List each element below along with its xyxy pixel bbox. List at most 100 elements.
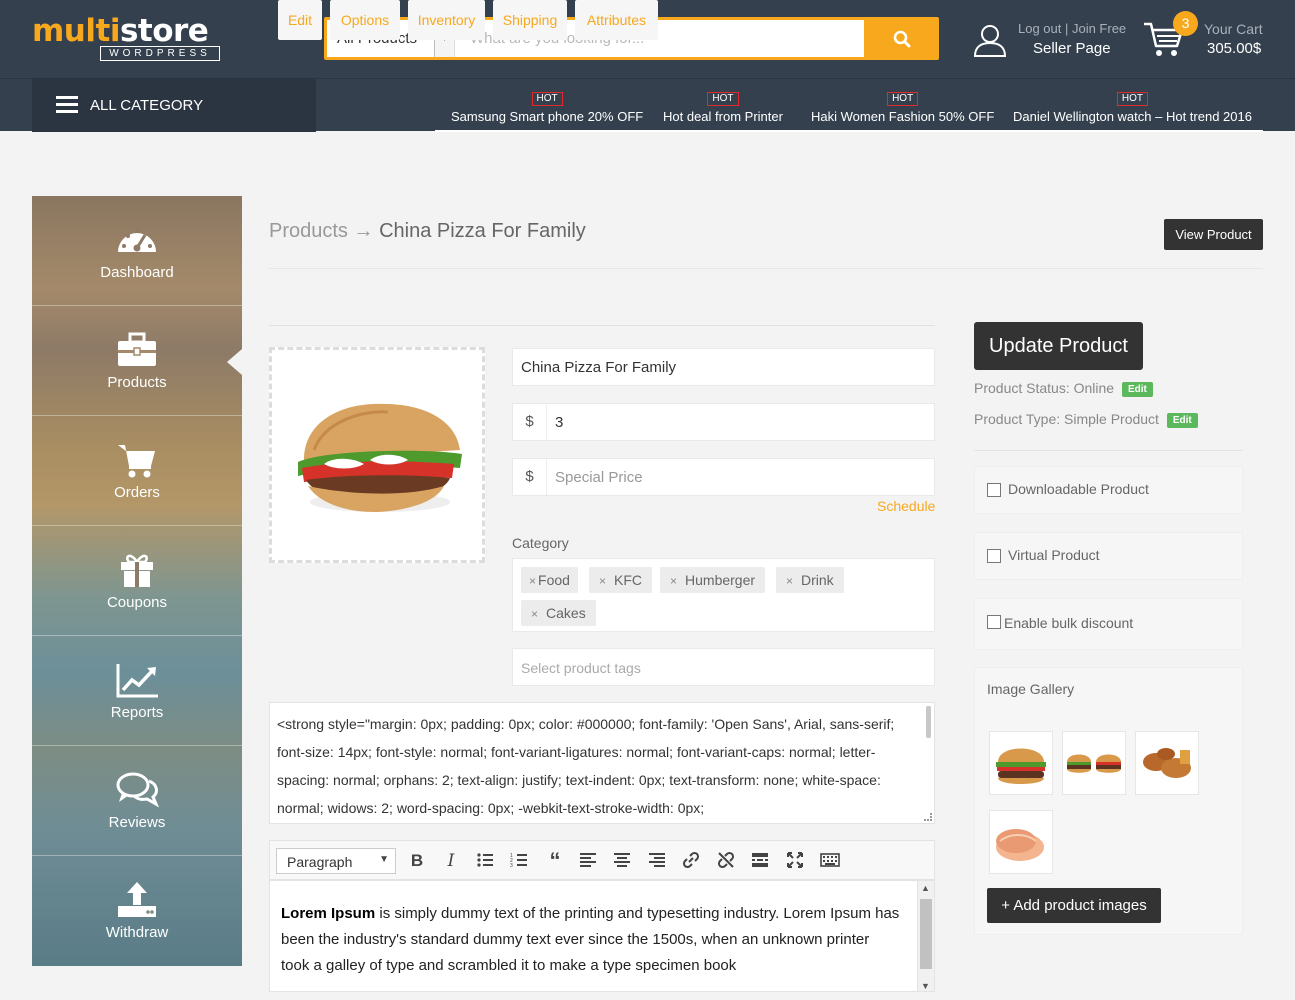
breadcrumb: Products → China Pizza For Family — [269, 220, 586, 243]
promo-link[interactable]: HOT Daniel Wellington watch – Hot trend … — [1013, 88, 1252, 124]
italic-icon[interactable]: I — [441, 851, 461, 871]
sidebar-item-reviews[interactable]: Reviews — [32, 746, 242, 856]
blockquote-icon[interactable]: “ — [545, 850, 565, 872]
category-chip: × Cakes — [521, 600, 596, 626]
remove-icon[interactable]: × — [531, 607, 538, 621]
all-category-button[interactable]: ALL CATEGORY — [32, 79, 316, 132]
category-chip: × Food — [521, 567, 578, 593]
sidebar-item-label: Reports — [110, 704, 164, 721]
currency-prefix: $ — [513, 459, 547, 495]
bulk-discount-label[interactable]: Enable bulk discount — [1004, 615, 1133, 631]
category-label: Category — [512, 535, 569, 551]
tab-inventory[interactable]: Inventory — [408, 0, 485, 40]
svg-text:3: 3 — [510, 863, 513, 869]
sidebar-item-dashboard[interactable]: Dashboard — [32, 196, 242, 306]
tab-options[interactable]: Options — [330, 0, 400, 40]
gallery-thumbnail[interactable] — [989, 731, 1053, 795]
remove-icon[interactable]: × — [786, 574, 793, 588]
format-select[interactable]: Paragraph ▼ — [276, 848, 396, 874]
add-product-images-button[interactable]: + Add product images — [987, 888, 1161, 923]
remove-icon[interactable]: × — [529, 574, 536, 588]
page-title: China Pizza For Family — [379, 220, 586, 242]
gallery-thumbnail[interactable] — [1135, 731, 1199, 795]
product-image-upload[interactable] — [269, 347, 485, 563]
seller-page-link[interactable]: Seller Page — [1033, 40, 1111, 57]
schedule-link[interactable]: Schedule — [877, 498, 935, 514]
product-image — [298, 403, 462, 512]
chat-icon — [116, 772, 160, 808]
chart-icon — [116, 664, 158, 698]
ham-image — [996, 829, 1044, 861]
logo-subtitle: WORDPRESS — [100, 46, 220, 61]
cart-total[interactable]: 305.00$ — [1207, 40, 1261, 57]
downloadable-checkbox[interactable] — [987, 483, 1001, 497]
product-name-input[interactable]: China Pizza For Family — [512, 348, 935, 386]
hot-badge: HOT — [531, 92, 563, 106]
keyboard-icon[interactable] — [820, 851, 840, 871]
align-left-icon[interactable] — [579, 851, 599, 871]
site-logo[interactable]: multistore WORDPRESS — [32, 14, 227, 64]
dashboard-icon — [118, 229, 156, 252]
scroll-thumb[interactable] — [920, 899, 932, 969]
promo-text: Samsung Smart phone 20% OFF — [451, 109, 644, 124]
product-status-text: Product Status: Online — [974, 380, 1115, 396]
breadcrumb-root[interactable]: Products — [269, 220, 348, 242]
view-product-button[interactable]: View Product — [1164, 219, 1263, 250]
tab-attributes[interactable]: Attributes — [575, 0, 658, 40]
edit-type-button[interactable]: Edit — [1166, 413, 1198, 428]
user-icon[interactable] — [972, 22, 1008, 58]
description-editor[interactable]: Lorem Ipsum is simply dummy text of the … — [269, 880, 935, 992]
category-select[interactable]: × Food × KFC × Humberger × Drink × Cakes — [512, 558, 935, 632]
bullet-list-icon[interactable] — [476, 851, 496, 871]
sidebar-item-products[interactable]: Products — [32, 306, 242, 416]
tab-edit[interactable]: Edit — [278, 0, 322, 40]
virtual-checkbox[interactable] — [987, 549, 1001, 563]
search-button[interactable] — [865, 17, 939, 60]
link-icon[interactable] — [682, 851, 702, 871]
promo-link[interactable]: HOT Haki Women Fashion 50% OFF — [811, 88, 994, 124]
tab-shipping[interactable]: Shipping — [493, 0, 567, 40]
downloadable-label[interactable]: Downloadable Product — [1008, 481, 1149, 497]
category-chip: × KFC — [589, 567, 653, 593]
resize-handle[interactable] — [924, 813, 932, 821]
editor-scrollbar[interactable]: ▲ ▼ — [917, 881, 934, 991]
bulk-discount-checkbox[interactable] — [987, 615, 1001, 629]
dashboard-sidebar: Dashboard Products Orders Coupons Report… — [32, 196, 242, 966]
cart-label[interactable]: Your Cart — [1204, 21, 1263, 37]
special-price-input[interactable]: $ Special Price — [512, 458, 935, 496]
bold-icon[interactable]: B — [407, 851, 427, 871]
gallery-thumbnail[interactable] — [1062, 731, 1126, 795]
short-description-textarea[interactable]: <strong style="margin: 0px; padding: 0px… — [269, 702, 935, 824]
remove-icon[interactable]: × — [670, 574, 677, 588]
sidebar-item-reports[interactable]: Reports — [32, 636, 242, 746]
price-value: 3 — [555, 414, 564, 431]
virtual-label[interactable]: Virtual Product — [1008, 547, 1100, 563]
sidebar-item-label: Coupons — [106, 594, 168, 611]
sidebar-item-coupons[interactable]: Coupons — [32, 526, 242, 636]
divider — [974, 450, 1243, 451]
read-more-icon[interactable] — [751, 851, 771, 871]
price-input[interactable]: $ 3 — [512, 403, 935, 441]
gallery-thumbnail[interactable] — [989, 810, 1053, 874]
fullscreen-icon[interactable] — [786, 851, 806, 871]
numbered-list-icon[interactable]: 123 — [510, 851, 530, 871]
promo-link[interactable]: HOT Hot deal from Printer — [663, 88, 783, 124]
upload-icon — [118, 882, 156, 917]
scroll-up-icon[interactable]: ▲ — [921, 883, 930, 893]
remove-icon[interactable]: × — [599, 574, 606, 588]
sidebar-item-orders[interactable]: Orders — [32, 416, 242, 526]
promo-text: Daniel Wellington watch – Hot trend 2016 — [1013, 109, 1252, 124]
login-links[interactable]: Log out | Join Free — [1018, 21, 1126, 36]
scrollbar[interactable] — [926, 706, 931, 738]
update-product-button[interactable]: Update Product — [974, 322, 1143, 370]
scroll-down-icon[interactable]: ▼ — [921, 981, 930, 991]
align-center-icon[interactable] — [613, 851, 633, 871]
unlink-icon[interactable] — [717, 851, 737, 871]
product-tags-input[interactable]: Select product tags — [512, 648, 935, 686]
sidebar-item-withdraw[interactable]: Withdraw — [32, 856, 242, 966]
promo-link[interactable]: HOT Samsung Smart phone 20% OFF — [451, 88, 643, 124]
align-right-icon[interactable] — [648, 851, 668, 871]
virtual-option: Virtual Product — [974, 532, 1243, 580]
promo-text: Hot deal from Printer — [663, 109, 783, 124]
edit-status-button[interactable]: Edit — [1121, 382, 1153, 397]
